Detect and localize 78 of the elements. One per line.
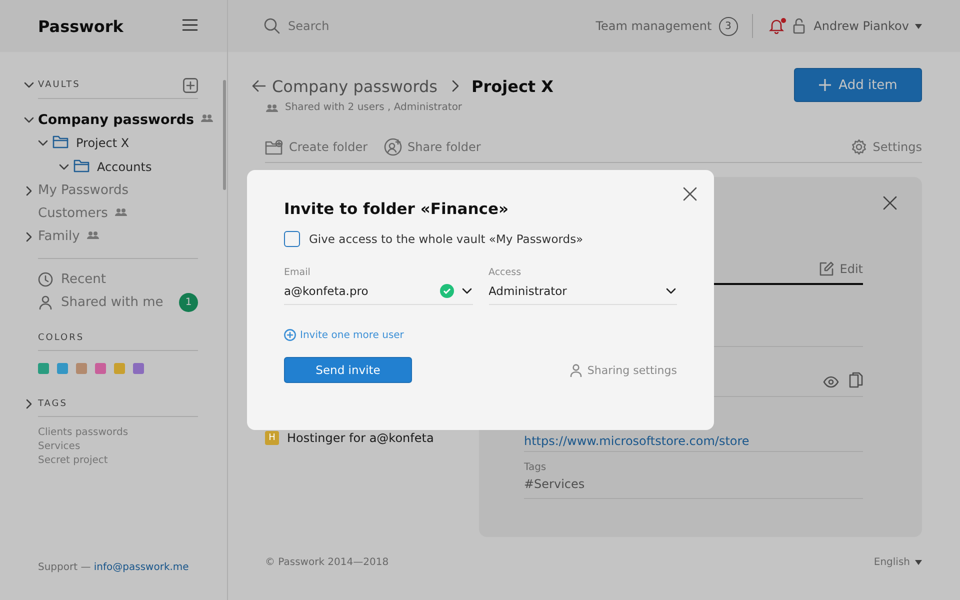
url-link[interactable]: https://www.microsoftstore.com/store (524, 434, 750, 448)
send-invite-button[interactable]: Send invite (284, 357, 412, 383)
add-circle-icon[interactable] (284, 329, 296, 341)
color-swatch[interactable] (114, 363, 125, 374)
caret-icon[interactable] (915, 560, 922, 565)
team-management-link[interactable]: Team management (596, 19, 712, 33)
people-icon (265, 102, 279, 112)
language-selector[interactable]: English (874, 557, 910, 568)
settings-icon (850, 139, 867, 155)
email-field[interactable]: a@konfeta.pro (284, 284, 440, 298)
user-menu[interactable]: Andrew Piankov (814, 19, 909, 33)
settings-button[interactable]: Settings (872, 140, 922, 154)
create-folder-button[interactable]: Create folder (289, 140, 368, 154)
page-title: Project X (472, 76, 554, 96)
field-label: Email (284, 267, 312, 278)
copyright: © Passwork 2014—2018 (265, 557, 389, 568)
clock-icon (38, 272, 53, 287)
search-field[interactable]: Search (288, 19, 448, 33)
color-swatch[interactable] (95, 363, 106, 374)
menu-icon[interactable] (182, 18, 198, 32)
folder-icon (52, 133, 69, 149)
checkbox[interactable] (284, 231, 300, 247)
copy-icon[interactable] (849, 372, 863, 388)
sidebar-item[interactable]: Recent (61, 272, 106, 287)
list-item[interactable]: Hostinger for a@konfeta (287, 431, 434, 445)
access-dropdown[interactable]: Administrator (488, 284, 665, 298)
checkbox-label: Give access to the whole vault «My Passwords» (309, 232, 584, 246)
color-swatch[interactable] (76, 363, 87, 374)
color-swatch[interactable] (133, 363, 144, 374)
search-icon (264, 18, 280, 34)
tag-item[interactable]: Secret project (38, 455, 198, 466)
padlock-icon[interactable] (792, 18, 805, 34)
edit-button[interactable]: Edit (840, 262, 863, 276)
eye-icon[interactable] (823, 376, 839, 388)
plus-icon (818, 79, 831, 91)
app-logo: Passwork (38, 16, 124, 36)
bell-icon[interactable] (768, 18, 784, 34)
sidebar-item[interactable]: Shared with me (61, 295, 164, 310)
tag-item[interactable]: Clients passwords (38, 427, 198, 438)
caret-icon[interactable] (915, 24, 922, 28)
person-icon (570, 364, 582, 376)
invite-more-link[interactable]: Invite one more user (300, 330, 404, 340)
breadcrumb-link[interactable]: Company passwords (272, 76, 438, 96)
count-badge: 3 (718, 16, 738, 36)
back-arrow-icon[interactable] (252, 79, 266, 93)
sharing-settings-link[interactable]: Sharing settings (587, 364, 677, 376)
count-badge: 1 (179, 293, 198, 312)
color-swatch[interactable] (38, 363, 49, 374)
section-heading: COLORS (38, 333, 84, 343)
shared-info: Shared with 2 users , Administrator (285, 102, 462, 113)
color-swatch[interactable] (57, 363, 68, 374)
support-email-link[interactable]: info@passwork.me (94, 562, 189, 573)
chevron-icon (450, 80, 460, 92)
item-letter-badge: H (265, 431, 279, 445)
person-icon (38, 295, 53, 310)
vault-item[interactable]: Company passwords (38, 112, 200, 128)
vault-item[interactable]: Customers (38, 206, 114, 221)
vault-item[interactable]: Family (38, 229, 86, 244)
vault-item[interactable]: My Passwords (38, 183, 135, 198)
close-icon[interactable] (683, 187, 697, 201)
support-label: Support — (38, 562, 92, 573)
folder-item[interactable]: Project X (76, 136, 136, 150)
edit-icon[interactable] (818, 261, 834, 276)
add-vault-icon[interactable] (183, 78, 198, 92)
folder-item[interactable]: Accounts (97, 160, 158, 174)
close-icon[interactable] (883, 196, 897, 210)
person-plus-icon (384, 138, 402, 156)
section-heading: VAULTS (38, 80, 80, 90)
folder-plus-icon (265, 139, 283, 155)
field-label: Access (488, 267, 522, 278)
tag-item[interactable]: Services (38, 441, 198, 452)
field-label: Tags (524, 462, 548, 473)
section-heading: TAGS (38, 399, 68, 409)
dialog-title: Invite to folder «Finance» (284, 200, 510, 220)
share-folder-button[interactable]: Share folder (408, 140, 481, 154)
tag-value: #Services (524, 477, 586, 491)
folder-icon (73, 157, 90, 173)
add-item-button[interactable]: Add item (794, 68, 922, 102)
